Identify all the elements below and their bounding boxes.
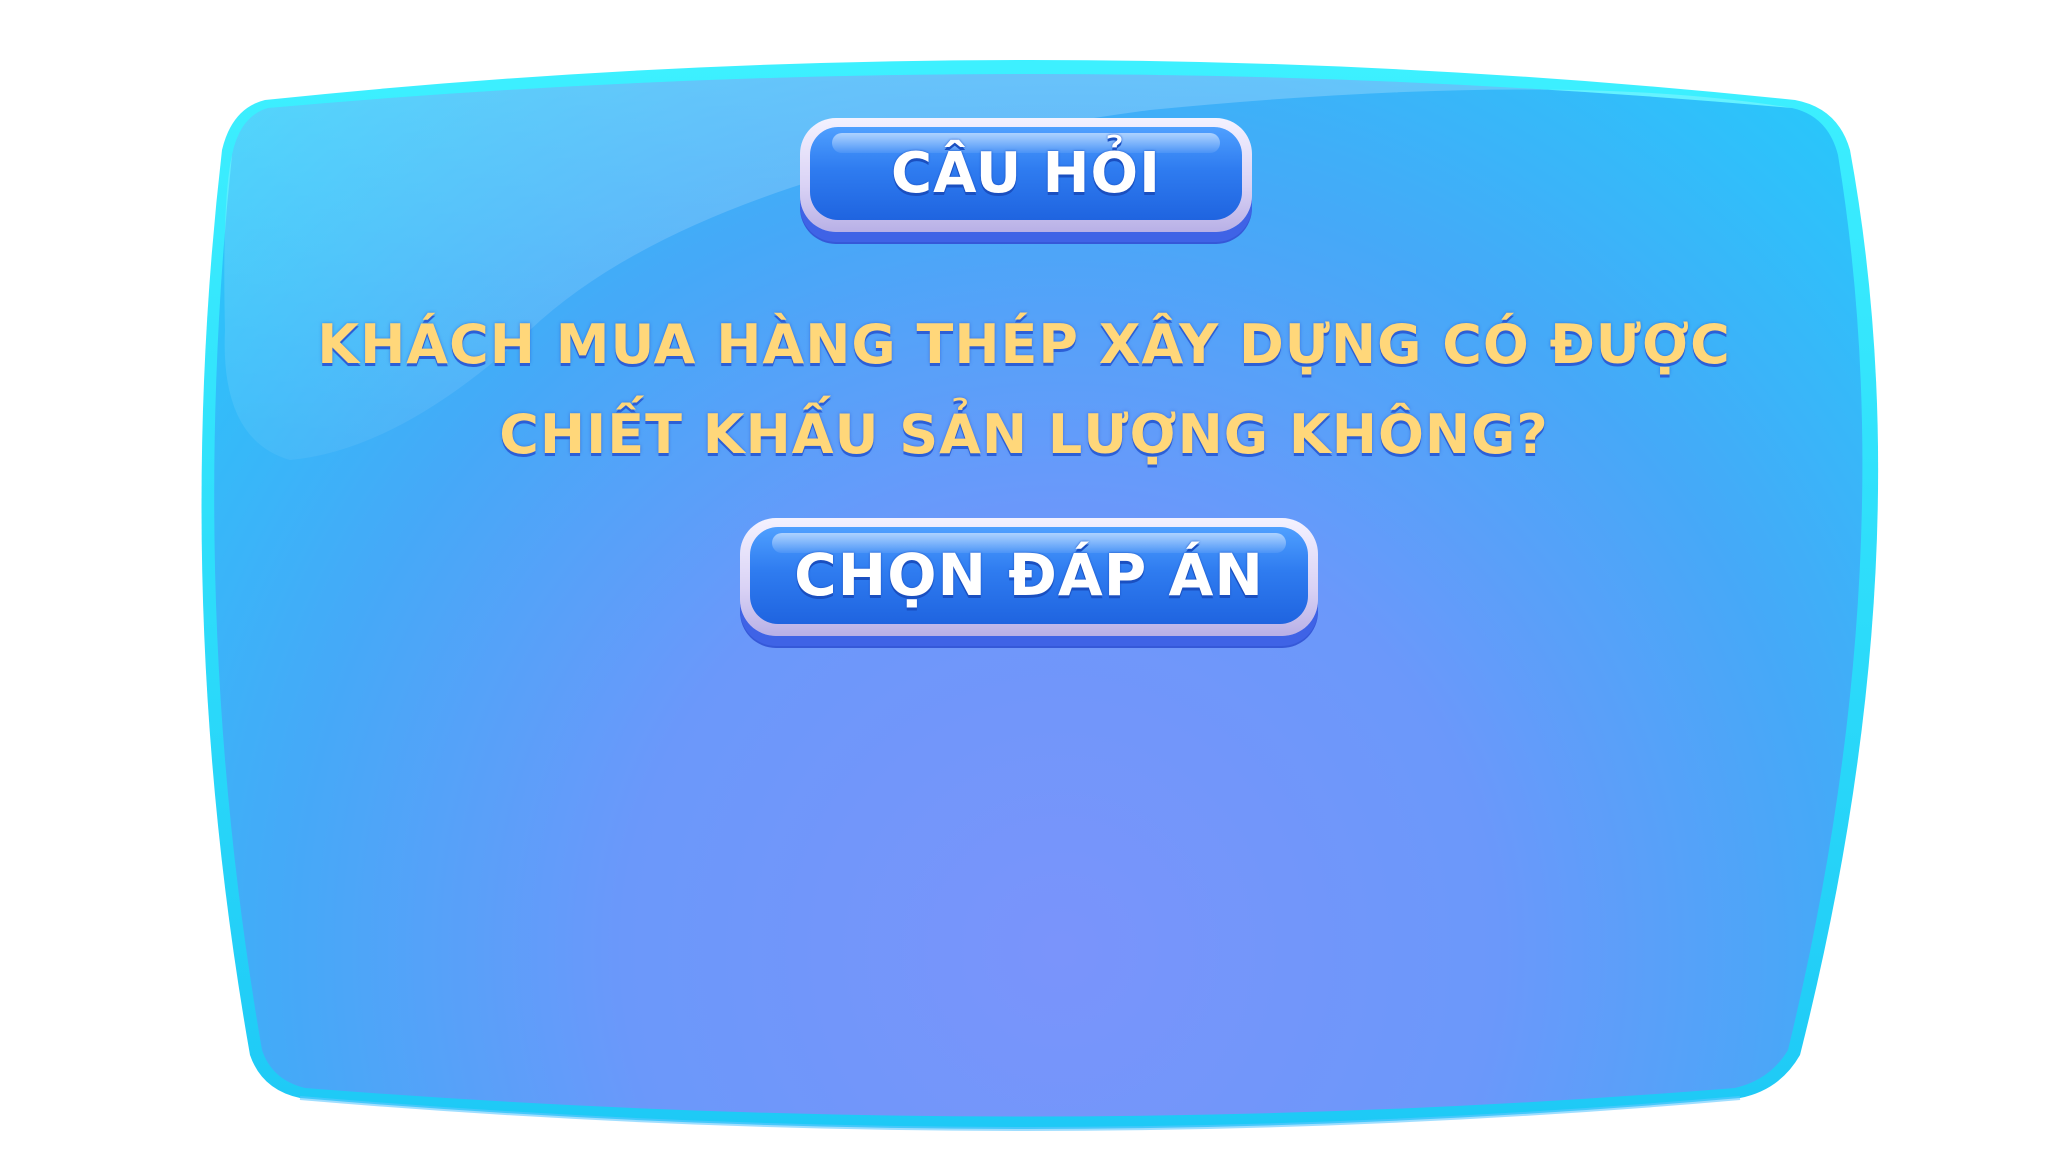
choose-answer-label: CHỌN ĐÁP ÁN bbox=[794, 541, 1264, 609]
question-line-1: KHÁCH MUA HÀNG THÉP XÂY DỰNG CÓ ĐƯỢC bbox=[317, 313, 1731, 376]
question-line-2: CHIẾT KHẤU SẢN LƯỢNG KHÔNG? bbox=[499, 403, 1549, 466]
question-text: KHÁCH MUA HÀNG THÉP XÂY DỰNG CÓ ĐƯỢC CHI… bbox=[300, 300, 1748, 480]
header-badge: CÂU HỎI bbox=[800, 118, 1252, 232]
choose-answer-button[interactable]: CHỌN ĐÁP ÁN bbox=[740, 518, 1318, 636]
header-title: CÂU HỎI bbox=[891, 140, 1161, 206]
game-stage: CÂU HỎI KHÁCH MUA HÀNG THÉP XÂY DỰNG CÓ … bbox=[0, 0, 2048, 1152]
